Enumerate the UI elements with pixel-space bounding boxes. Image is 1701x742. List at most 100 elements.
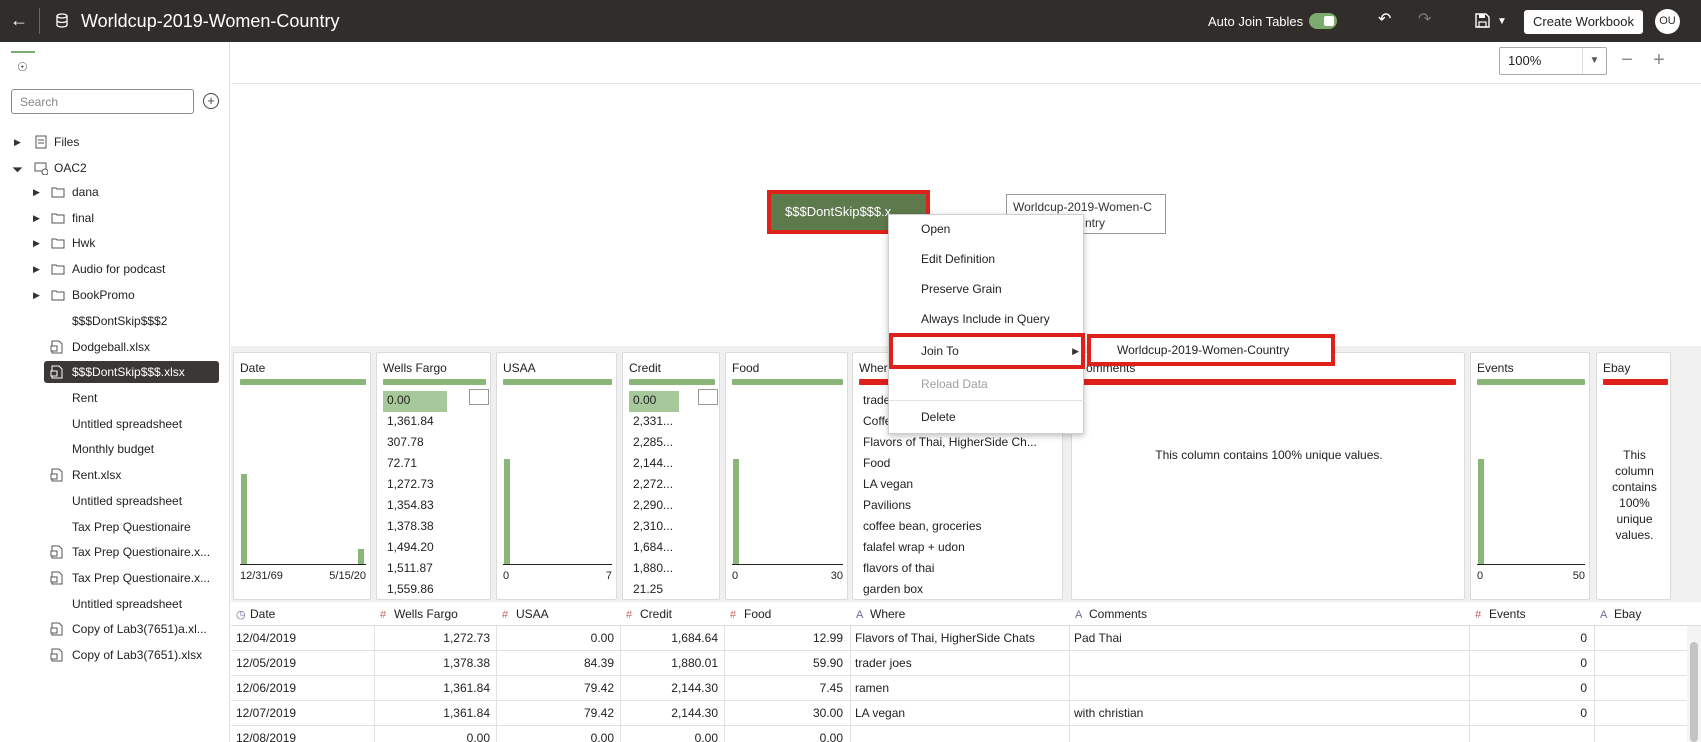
tree-item-file[interactable]: Tax Prep Questionaire.x... [50, 567, 226, 589]
table-cell[interactable] [1074, 651, 1464, 676]
value-item[interactable]: 1,494.20 [383, 538, 447, 559]
table-cell[interactable]: 12/08/2019 [236, 726, 368, 742]
value-item[interactable]: 72.71 [383, 454, 447, 475]
data-connections-tab-icon[interactable]: ☉ [17, 60, 28, 74]
menu-item-join-to[interactable]: Join To ▶ [889, 333, 1085, 369]
expand-triangle-icon[interactable]: ▶ [14, 131, 24, 153]
scrollbar-thumb[interactable] [1690, 642, 1698, 742]
table-cell[interactable]: ramen [855, 676, 1065, 701]
menu-item-preserve-grain[interactable]: Preserve Grain [889, 275, 1085, 303]
table-cell[interactable]: 12/04/2019 [236, 626, 368, 651]
table-cell[interactable]: 12/07/2019 [236, 701, 368, 726]
table-cell[interactable]: 79.42 [500, 676, 614, 701]
grid-header-date[interactable]: ◷ Date [236, 602, 275, 626]
tree-item-file[interactable]: Rent.xlsx [50, 464, 222, 486]
value-item[interactable]: 2,272... [629, 475, 679, 496]
table-cell[interactable]: 30.00 [728, 701, 843, 726]
tree-item-oac2[interactable]: ◢ OAC2 [12, 157, 214, 179]
redo-icon[interactable]: ↷ [1418, 11, 1431, 29]
value-item[interactable]: falafel wrap + udon [859, 538, 1037, 559]
back-arrow-icon[interactable]: ← [10, 11, 28, 29]
value-item[interactable]: 2,285... [629, 433, 679, 454]
value-item[interactable]: LA vegan [859, 475, 1037, 496]
tree-item-dataset[interactable]: Untitled spreadsheet [72, 490, 222, 512]
value-item[interactable]: 1,354.83 [383, 496, 447, 517]
grid-header-usaa[interactable]: # USAA [502, 602, 549, 626]
value-item[interactable]: 0.00 [383, 391, 447, 412]
table-cell[interactable]: 1,361.84 [378, 701, 490, 726]
value-item[interactable]: 0.00 [629, 391, 679, 412]
tree-item-folder-audio[interactable]: ▶ Audio for podcast [33, 258, 223, 280]
tree-item-dataset[interactable]: Untitled spreadsheet [72, 593, 222, 615]
value-checkbox[interactable] [469, 389, 489, 405]
grid-header-events[interactable]: # Events [1475, 602, 1526, 626]
profile-card-ebay[interactable]: Ebay This column contains 100% unique va… [1596, 352, 1671, 600]
table-cell[interactable]: 84.39 [500, 651, 614, 676]
value-item[interactable]: 307.78 [383, 433, 447, 454]
user-avatar[interactable]: OU [1655, 9, 1680, 34]
table-cell[interactable]: 2,144.30 [624, 676, 718, 701]
grid-header-wells-fargo[interactable]: # Wells Fargo [380, 602, 458, 626]
menu-item-edit-definition[interactable]: Edit Definition [889, 245, 1085, 273]
value-item[interactable]: garden box [859, 580, 1037, 601]
table-cell[interactable]: 1,880.01 [624, 651, 718, 676]
tree-item-dataset[interactable]: Rent [72, 387, 222, 409]
value-item[interactable]: 2,331... [629, 412, 679, 433]
profile-card-usaa[interactable]: USAA 0 7 [496, 352, 617, 600]
table-cell[interactable]: with christian [1074, 701, 1464, 726]
expand-triangle-icon[interactable]: ▶ [33, 284, 43, 306]
menu-item-delete[interactable]: Delete [889, 403, 1085, 431]
profile-card-wells-fargo[interactable]: Wells Fargo 0.00 1,361.84 307.78 72.71 1… [376, 352, 491, 600]
grid-header-ebay[interactable]: A Ebay [1600, 602, 1641, 626]
profile-card-date[interactable]: Date 12/31/69 5/15/20 [233, 352, 371, 600]
value-item[interactable]: 1,378.38 [383, 517, 447, 538]
table-cell[interactable]: 59.90 [728, 651, 843, 676]
table-cell[interactable]: 0.00 [500, 626, 614, 651]
expand-triangle-icon[interactable]: ▶ [33, 258, 43, 280]
table-cell[interactable]: 1,378.38 [378, 651, 490, 676]
table-cell[interactable] [1598, 651, 1683, 676]
table-cell[interactable] [1598, 676, 1683, 701]
tree-item-folder-hwk[interactable]: ▶ Hwk [33, 232, 223, 254]
chevron-down-icon[interactable]: ▼ [1582, 48, 1606, 74]
menu-item-open[interactable]: Open [889, 215, 1085, 243]
tree-item-dataset[interactable]: Untitled spreadsheet [72, 413, 222, 435]
tree-item-dataset[interactable]: $$$DontSkip$$$2 [72, 310, 222, 332]
table-cell[interactable] [1598, 626, 1683, 651]
table-cell[interactable]: 12/05/2019 [236, 651, 368, 676]
grid-header-credit[interactable]: # Credit [626, 602, 672, 626]
value-item[interactable]: 1,272.73 [383, 475, 447, 496]
zoom-select[interactable]: 100% ▼ [1499, 47, 1607, 75]
table-cell[interactable]: 0 [1473, 701, 1587, 726]
tree-item-folder-bookpromo[interactable]: ▶ BookPromo [33, 284, 223, 306]
table-cell[interactable]: 0.00 [728, 726, 843, 742]
tree-item-folder-dana[interactable]: ▶ dana [33, 181, 223, 203]
table-cell[interactable]: 0 [1473, 626, 1587, 651]
tree-item-file-selected[interactable]: $$$DontSkip$$$.xlsx [44, 361, 219, 383]
grid-header-comments[interactable]: A Comments [1075, 602, 1147, 626]
value-item[interactable]: coffee bean, groceries [859, 517, 1037, 538]
value-item[interactable]: Flavors of Thai, HigherSide Ch... [859, 433, 1037, 454]
value-item[interactable]: Food [859, 454, 1037, 475]
table-cell[interactable]: Pad Thai [1074, 626, 1464, 651]
create-workbook-button[interactable]: Create Workbook [1524, 10, 1643, 34]
profile-card-comments[interactable]: omments This column contains 100% unique… [1071, 352, 1465, 600]
expand-triangle-icon[interactable]: ▶ [33, 181, 43, 203]
tree-item-files[interactable]: ▶ Files [14, 131, 214, 153]
tree-item-file[interactable]: Copy of Lab3(7651).xlsx [50, 644, 226, 666]
value-item[interactable]: 1,511.87 [383, 559, 447, 580]
auto-join-toggle[interactable] [1309, 13, 1337, 29]
table-cell[interactable]: 0.00 [378, 726, 490, 742]
value-item[interactable]: flavors of thai [859, 559, 1037, 580]
table-cell[interactable]: LA vegan [855, 701, 1065, 726]
value-item[interactable]: 1,684... [629, 538, 679, 559]
value-item[interactable]: 2,144... [629, 454, 679, 475]
table-cell[interactable]: 0 [1473, 651, 1587, 676]
tree-item-dataset[interactable]: Monthly budget [72, 438, 222, 460]
table-cell[interactable]: 79.42 [500, 701, 614, 726]
table-cell[interactable] [1598, 701, 1683, 726]
undo-icon[interactable]: ↶ [1378, 11, 1391, 29]
table-cell[interactable]: Flavors of Thai, HigherSide Chats [855, 626, 1065, 651]
profile-card-food[interactable]: Food 0 30 [725, 352, 848, 600]
grid-vertical-scrollbar[interactable] [1687, 626, 1701, 742]
